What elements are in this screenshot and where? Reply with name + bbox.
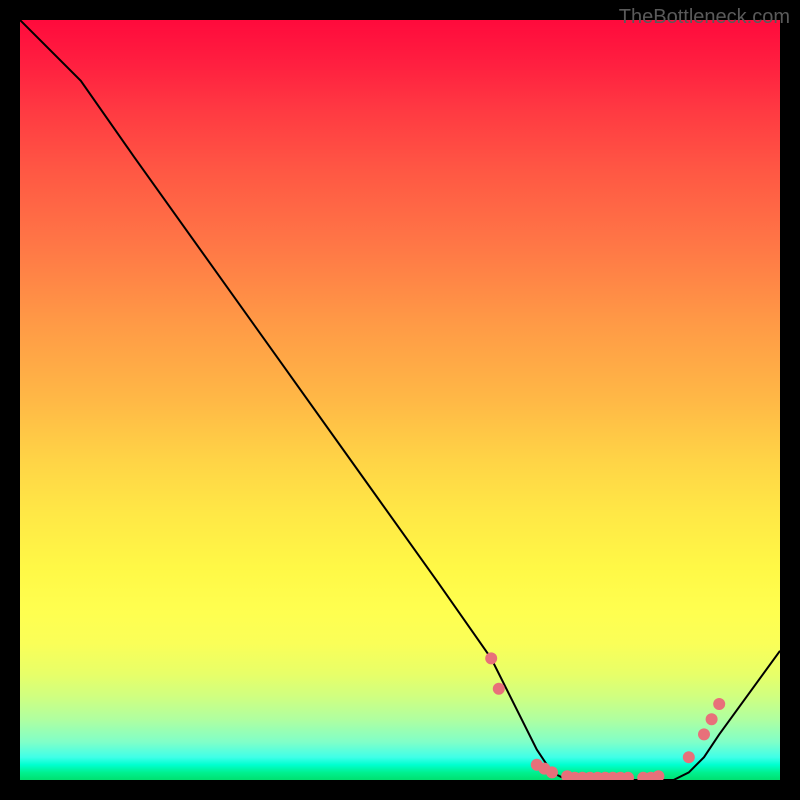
chart-curve: [20, 20, 780, 780]
watermark-text: TheBottleneck.com: [619, 6, 790, 29]
chart-svg: [20, 20, 780, 780]
